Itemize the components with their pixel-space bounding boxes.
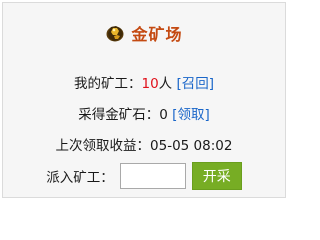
title-row: 金矿场	[3, 21, 285, 45]
gold-ore-icon	[105, 23, 125, 43]
page-title: 金矿场	[131, 25, 183, 44]
last-collect-time: 05-05 08:02	[150, 138, 233, 154]
collect-link[interactable]: [领取]	[172, 107, 210, 123]
miners-unit: 人	[158, 76, 173, 92]
miners-row: 我的矿工：10人 [召回]	[3, 72, 285, 92]
gold-mine-panel: 金矿场 我的矿工：10人 [召回] 采得金矿石：0 [领取] 上次领取收益：05…	[2, 2, 286, 198]
miners-count: 10	[141, 76, 159, 92]
start-mining-button[interactable]: 开采	[191, 162, 242, 190]
ore-row: 采得金矿石：0 [领取]	[3, 103, 285, 123]
dispatch-label: 派入矿工：	[46, 170, 114, 186]
miner-count-input[interactable]	[119, 163, 186, 189]
recall-link[interactable]: [召回]	[176, 76, 214, 92]
last-collect-label: 上次领取收益：	[55, 138, 151, 154]
miners-label: 我的矿工：	[73, 76, 142, 92]
ore-label: 采得金矿石：	[78, 107, 160, 123]
last-collect-row: 上次领取收益：05-05 08:02	[3, 134, 285, 154]
ore-count: 0	[159, 107, 168, 123]
dispatch-row: 派入矿工： 开采	[3, 162, 285, 190]
